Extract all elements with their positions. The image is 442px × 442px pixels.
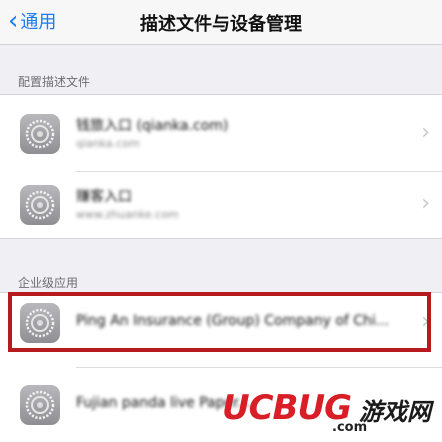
nav-bar: ‹ 通用 描述文件与设备管理 bbox=[0, 0, 442, 45]
watermark: UCBUG 游戏网 .com bbox=[222, 386, 436, 438]
profile-subtitle: qianka.com bbox=[76, 137, 140, 150]
highlight-box bbox=[8, 292, 431, 352]
chevron-right-icon: › bbox=[421, 191, 430, 216]
profile-row[interactable]: 赚客入口 www.zhuanke.com › bbox=[0, 173, 442, 236]
watermark-domain: .com bbox=[332, 420, 368, 435]
section-header-enterprise: 企业级应用 bbox=[18, 276, 79, 290]
section-header-profiles: 配置描述文件 bbox=[18, 75, 91, 89]
profile-title: 赚客入口 bbox=[76, 189, 132, 205]
watermark-cn: 游戏网 bbox=[359, 398, 431, 426]
profiles-group: 钱旅入口 (qianka.com) qianka.com › 赚客入口 www.… bbox=[0, 94, 442, 239]
row-separator bbox=[76, 171, 442, 172]
row-separator bbox=[76, 367, 442, 368]
chevron-right-icon: › bbox=[421, 120, 430, 145]
settings-gear-icon bbox=[20, 185, 60, 225]
settings-gear-icon bbox=[20, 385, 60, 425]
profile-title: 钱旅入口 (qianka.com) bbox=[76, 118, 229, 134]
profile-row[interactable]: 钱旅入口 (qianka.com) qianka.com › bbox=[0, 102, 442, 165]
page-title: 描述文件与设备管理 bbox=[140, 14, 302, 35]
profile-subtitle: www.zhuanke.com bbox=[76, 208, 179, 221]
settings-gear-icon bbox=[20, 114, 60, 154]
